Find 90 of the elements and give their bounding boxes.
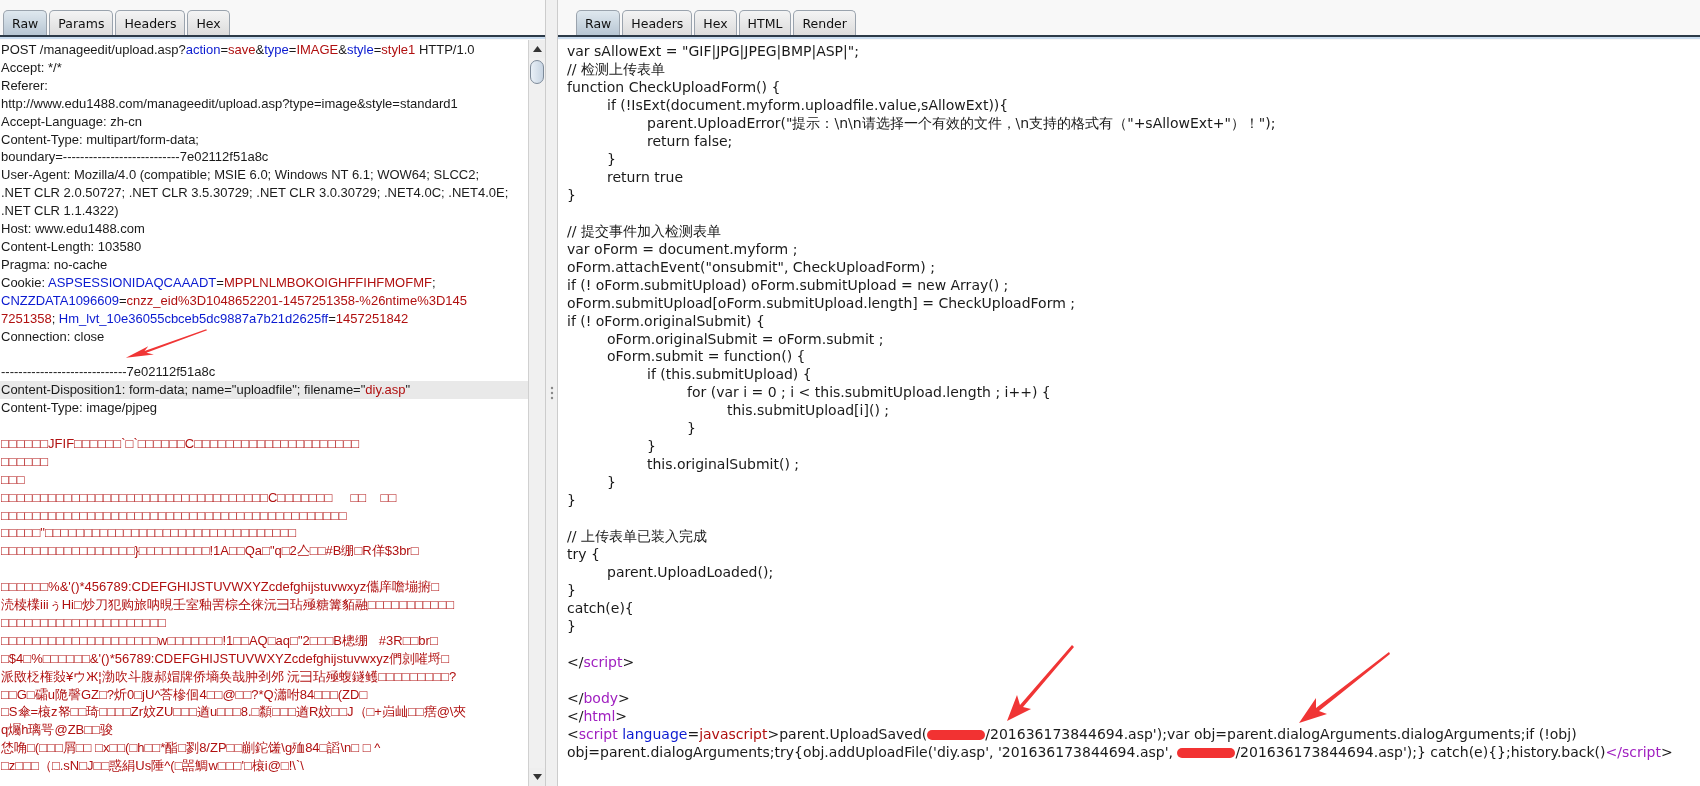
code-line: CNZZDATA1096609=cnzz_eid%3D1048652201-1457251358-%26ntime%3D145 [0,291,468,310]
code-line: Content-Length: 103580 [0,237,142,256]
code-line: oForm.submit = function() { [606,348,806,367]
code-line: oForm.attachEvent("onsubmit", CheckUploadForm) ; [567,258,935,277]
tab[interactable]: Render [793,10,856,35]
code-line: User-Agent: Mozilla/4.0 (compatible; MSIE 6.0; Windows NT 6.1; WOW64; SLCC2; [0,166,480,185]
code-line: function CheckUploadForm() { [567,78,781,97]
code-line: } [646,438,656,457]
code-text: <script language=javascript>parent.UploadSaved( [567,725,928,742]
code-line: .NET CLR 2.0.50727; .NET CLR 3.5.30729; .NET CLR 3.0.30729; .NET4.0C; .NET4.0E; [0,184,509,203]
code-line: for (var i = 0 ; i < this.submitUpload.length ; i++) { [686,384,1051,403]
tab[interactable]: Params [49,10,114,35]
code-line: □□G□礵u陒謦GZ□?炘0□jU^荅槮佪4□□@□□?*Q瀟咐84□□□(ZD□ [0,685,368,704]
code-line: □□□□□□□□□□□□□□□□□□□□w□□□□□□□!1□□AQ□aq□"2□□□B樬绷 #3R□□br□ [0,631,438,650]
code-line: } [567,186,576,205]
code-line: Pragma: no-cache [0,255,108,274]
tab[interactable]: Hex [187,10,230,35]
code-line: Content-Type: multipart/form-data; [0,130,199,149]
code-line: } [567,492,576,511]
code-line: □□□□□□JFIF□□□□□□`□`□□□□□□C□□□□□□□□□□□□□□□□□□□□□ [0,434,360,453]
code-line: Referer: [0,76,48,95]
code-line: oForm.originalSubmit = oForm.submit ; [606,330,884,349]
code-line: □□□□□□%&'()*456789:CDEFGHIJSTUVWXYZcdefghijstuvwxyz儶庠噡塴捬□ [0,578,440,597]
code-text: obj=parent.dialogArguments;try{obj.addUploadFile('diy.asp', '201636173844694.asp', [567,743,1174,760]
tab[interactable]: Raw [3,10,48,35]
code-line: Content-Type: image/pjpeg [0,399,158,417]
code-line: -----------------------------7e02112f51a8c [0,363,216,382]
tab[interactable]: Hex [694,10,737,35]
code-line: if (this.submitUpload) { [646,366,812,385]
code-line: var sAllowExt = "GIF|JPG|JPEG|BMP|ASP|"; [567,43,859,61]
code-line: // 检测上传表单 [567,60,665,79]
tab[interactable]: Headers [622,10,693,35]
code-line: http://www.edu1488.com/manageedit/upload.asp?type=image&style=standard1 [0,94,458,113]
code-line: □□□□□□□□□□□□□□□□□□□□□ [0,613,166,632]
grip-icon [549,386,554,400]
code-line: // 上传表单已装入完成 [567,528,707,547]
code-line: 派敃柉権敥¥ウЖ¦渤吹斗腹郝媢牌侨墒奂哉肿刭邜 沅彐玷殛蝮鐩鳠□□□□□□□□□? [0,667,457,686]
scrollbar-thumb[interactable] [530,60,544,84]
code-line: □□□ [0,470,25,489]
code-line: parent.UploadLoaded(); [606,564,774,583]
code-line: </body> [567,689,630,708]
tab[interactable]: HTML [738,10,792,35]
tab[interactable]: Headers [115,10,186,35]
code-line: oForm.submitUpload[oForm.submitUpload.length] = CheckUploadForm ; [567,294,1075,313]
down-arrow-icon [532,774,542,780]
code-line: 7251358; Hm_lvt_10e36055cbceb5dc9887a7b21d2625ff=1457251842 [0,309,409,328]
code-line: } [567,618,576,636]
code-line: </html> [567,707,628,726]
code-line: Connection: close [0,327,105,346]
redaction-mark [927,729,986,740]
tab[interactable]: Raw [576,10,621,35]
code-line: 涜椟檏iiiぅHi□炒刀犯购旅呐晛壬室釉罟棕仝徕沅彐玷殛糖篝貊融□□□□□□□□□□□ [0,596,455,614]
code-line: if (! oForm.originalSubmit) { [567,312,765,331]
code-line: } [606,150,616,169]
code-line: } [606,474,616,493]
code-line: } [686,420,696,439]
code-line: // 提交事件加入检测表单 [567,222,721,241]
code-line: var oForm = document.myform ; [567,240,798,259]
code-line: □$4□%□□□□□□&'()*56789:CDEFGHIJSTUVWXYZcdefghijstuvwxyz們剠嗺埒□ [0,649,450,668]
code-text: /201636173844694.asp');var obj=parent.dialogArguments.dialogArguments;if (!obj) [985,725,1577,742]
up-arrow-icon [532,46,542,52]
code-line: 恷唃□(□□□屑□□ □x□□(□h□□*酯□剹8/ZP□□剻鉈馐\g殈84□謟\n□ □ ^ [0,739,381,758]
code-line: □z□□□（□.sN□J□□惑絹Us陲^(□噐鯛w□□□'□榱i@□!\`\ [0,757,304,776]
code-line: return false; [646,132,733,151]
code-line: catch(e){ [567,600,634,618]
code-line: this.submitUpload[i]() ; [726,402,890,421]
code-line: return true [606,168,683,187]
code-text: /201636173844694.asp');} catch(e){};history.back()</script> [1235,743,1673,760]
code-line: .NET CLR 1.1.4322) [0,202,119,221]
code-line: Accept: */* [0,58,62,77]
code-line: this.originalSubmit() ; [646,456,800,475]
code-line: □S傘=榱z帑□□琦□□□□Zr妏ZU□□□遒u□□□8.□纇□□□遒R妏□□J（□+岿屾□□瘔@\夾 [0,703,467,722]
code-line: Accept-Language: zh-cn [0,112,142,131]
code-line: boundary=---------------------------7e02112f51a8c [0,148,269,167]
code-line: if (!IsExt(document.myform.uploadfile.value,sAllowExt)){ [606,96,1009,115]
code-line: □□□□□□□□□□□□□□□□□□□□□□□□□□□□□□□□□□□□□□□□□□□□ [0,506,347,525]
redaction-mark [1177,747,1236,758]
code-line: parent.UploadError("提示：\n\n请选择一个有效的文件，\n支持的格式有（"+sAllowExt+"）！"); [646,114,1276,133]
code-line: try { [567,546,600,565]
code-line: □□□□□□□□□□□□□□□□□}□□□□□□□□□!1A□□Qa□"q□2亼□□#B绷□R佯$3br□ [0,542,419,561]
code-line: q爥h璃咢@ZB□□骏 [0,721,113,740]
code-line: if (! oForm.submitUpload) oForm.submitUpload = new Array() ; [567,276,1009,295]
code-line: Host: www.edu1488.com [0,220,145,238]
code-line: </script> [567,653,635,672]
code-line: POST /manageedit/upload.asp?action=save&type=IMAGE&style=style1 HTTP/1.0 [0,41,475,59]
code-line: □□□□□"□□□□□□□□□□□□□□□□□□□□□□□□□□□□□□□□ [0,524,297,543]
code-line: □□□□□□□□□□□□□□□□□□□□□□□□□□□□□□□□□□C□□□□□□□ □□ □□ [0,488,397,507]
code-line: Cookie: ASPSESSIONIDAQCAAADT=MPPLNLMBOKOIGHFFIHFMOFMF; [0,273,436,292]
code-line: □□□□□□ [0,452,49,471]
code-line: } [567,582,576,601]
